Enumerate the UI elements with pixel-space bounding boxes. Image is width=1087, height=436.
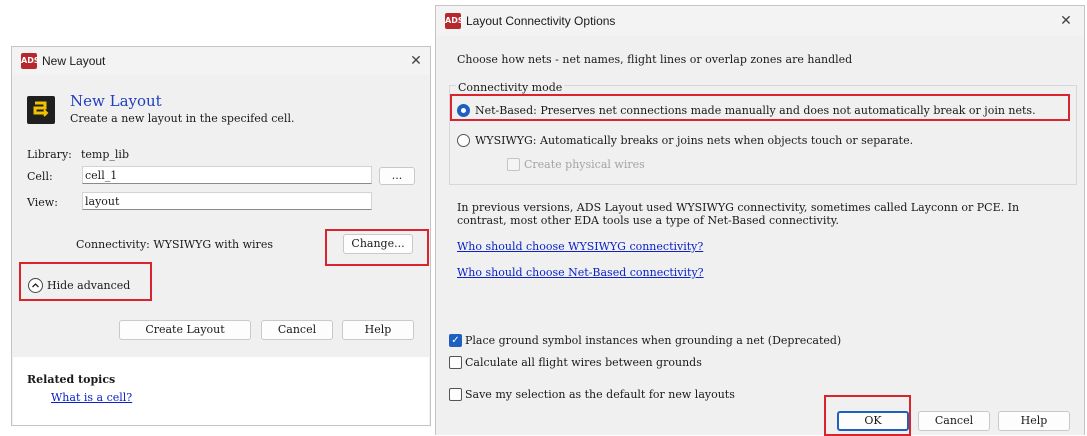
net-based-option-label[interactable]: Net-Based: Preserves net connections mad… <box>475 104 1036 117</box>
cell-label: Cell: <box>27 170 53 183</box>
create-physical-wires-checkbox <box>507 158 520 171</box>
window-title: New Layout <box>42 54 106 68</box>
help-button[interactable]: Help <box>998 411 1070 431</box>
hide-advanced-toggle[interactable]: Hide advanced <box>47 279 130 292</box>
dialog-subtitle: Create a new layout in the specifed cell… <box>70 112 295 125</box>
related-topics-panel: Related topics What is a cell? <box>13 357 429 425</box>
cancel-button[interactable]: Cancel <box>261 320 333 340</box>
view-label: View: <box>27 196 58 209</box>
cell-field[interactable] <box>82 166 372 184</box>
create-layout-button[interactable]: Create Layout <box>119 320 251 340</box>
save-default-label[interactable]: Save my selection as the default for new… <box>465 388 735 401</box>
wysiwyg-option-label[interactable]: WYSIWYG: Automatically breaks or joins n… <box>475 134 913 147</box>
connectivity-titlebar: ADS Layout Connectivity Options ✕ <box>436 6 1084 36</box>
net-based-radio[interactable] <box>457 104 470 117</box>
what-is-cell-link[interactable]: What is a cell? <box>51 391 132 404</box>
ground-symbol-checkbox[interactable]: ✓ <box>449 334 462 347</box>
cancel-button[interactable]: Cancel <box>918 411 990 431</box>
new-layout-titlebar: ADS New Layout ✕ <box>12 47 430 75</box>
library-label: Library: <box>27 148 72 161</box>
new-layout-dialog: ADS New Layout ✕ New Layout Create a new… <box>11 46 431 426</box>
ground-symbol-label[interactable]: Place ground symbol instances when groun… <box>465 334 841 347</box>
wysiwyg-radio[interactable] <box>457 134 470 147</box>
library-value: temp_lib <box>81 148 129 161</box>
save-default-checkbox[interactable] <box>449 388 462 401</box>
intro-text: Choose how nets - net names, flight line… <box>457 53 853 66</box>
new-layout-icon <box>27 96 55 124</box>
close-icon[interactable]: ✕ <box>408 53 424 69</box>
change-button[interactable]: Change... <box>343 234 413 254</box>
flight-wires-label[interactable]: Calculate all flight wires between groun… <box>465 356 702 369</box>
flight-wires-checkbox[interactable] <box>449 356 462 369</box>
help-button[interactable]: Help <box>342 320 414 340</box>
window-title: Layout Connectivity Options <box>466 14 616 28</box>
ok-button[interactable]: OK <box>837 411 909 431</box>
browse-cell-button[interactable]: ... <box>379 167 415 185</box>
wysiwyg-help-link[interactable]: Who should choose WYSIWYG connectivity? <box>457 240 703 253</box>
create-physical-wires-label: Create physical wires <box>524 158 645 171</box>
ads-logo-icon: ADS <box>21 53 40 69</box>
connectivity-options-dialog: ADS Layout Connectivity Options ✕ Choose… <box>435 5 1085 436</box>
view-field[interactable] <box>82 192 372 210</box>
ads-logo-icon: ADS <box>445 13 464 29</box>
net-based-help-link[interactable]: Who should choose Net-Based connectivity… <box>457 266 704 279</box>
group-title: Connectivity mode <box>456 81 565 94</box>
chevron-up-circle-icon[interactable] <box>28 278 43 293</box>
related-topics-title: Related topics <box>27 373 116 386</box>
close-icon[interactable]: ✕ <box>1058 13 1074 29</box>
dialog-heading: New Layout <box>70 92 162 110</box>
info-line-2: contrast, most other EDA tools use a typ… <box>457 214 840 227</box>
info-line-1: In previous versions, ADS Layout used WY… <box>457 201 1020 214</box>
connectivity-text: Connectivity: WYSIWYG with wires <box>76 238 273 251</box>
